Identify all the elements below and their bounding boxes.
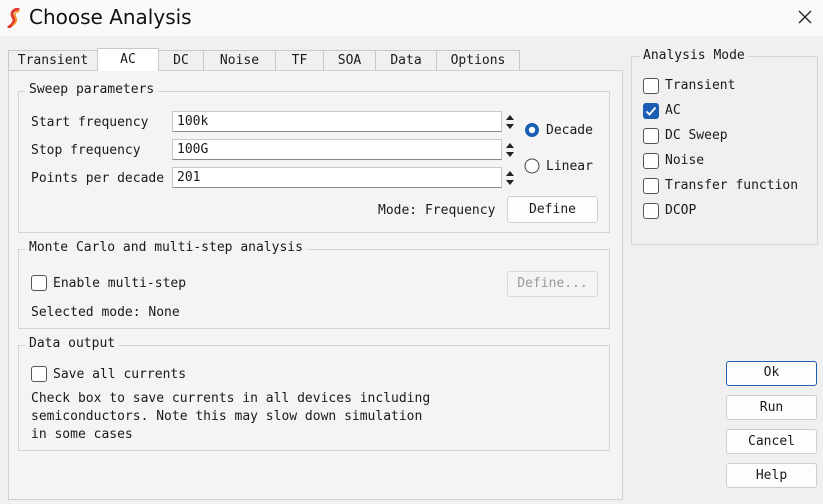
- analysis-tabs: Transient AC DC Noise TF SOA Data Option…: [8, 48, 520, 71]
- start-frequency-input[interactable]: 100k: [172, 111, 502, 132]
- stop-frequency-input[interactable]: 100G: [172, 139, 502, 160]
- decade-label: Decade: [546, 123, 593, 138]
- mode-noise-checkbox[interactable]: [643, 153, 659, 169]
- simetrix-logo-icon: [7, 8, 20, 28]
- start-frequency-spinner[interactable]: [505, 112, 515, 132]
- data-output-help-line-2: semiconductors. Note this may slow down …: [31, 409, 423, 424]
- title-bar: Choose Analysis: [0, 0, 823, 36]
- points-per-decade-spinner[interactable]: [505, 168, 515, 188]
- help-button[interactable]: Help: [726, 463, 817, 488]
- points-per-decade-label: Points per decade: [31, 171, 165, 186]
- ac-tab-panel: Sweep parameters Start frequency 100k St…: [8, 70, 623, 500]
- data-output-title: Data output: [25, 336, 120, 351]
- points-per-decade-input[interactable]: 201: [172, 167, 502, 188]
- enable-multi-step-label: Enable multi-step: [53, 276, 187, 291]
- monte-carlo-title: Monte Carlo and multi-step analysis: [25, 240, 307, 255]
- mode-transfer-function-checkbox[interactable]: [643, 178, 659, 194]
- save-all-currents-checkbox[interactable]: [31, 366, 47, 382]
- tab-ac[interactable]: AC: [97, 48, 159, 71]
- tab-noise[interactable]: Noise: [203, 50, 276, 71]
- sweep-parameters-title: Sweep parameters: [25, 82, 159, 97]
- mode-noise-label: Noise: [665, 153, 705, 168]
- sweep-define-button[interactable]: Define: [507, 196, 598, 223]
- window-title: Choose Analysis: [29, 5, 192, 29]
- mode-dcop-label: DCOP: [665, 203, 697, 218]
- mode-dc-sweep-label: DC Sweep: [665, 128, 728, 143]
- multi-step-define-button[interactable]: Define...: [507, 271, 598, 297]
- tab-dc[interactable]: DC: [158, 50, 204, 71]
- data-output-group: Data output Save all currents Check box …: [18, 336, 610, 451]
- mode-ac-label: AC: [665, 103, 681, 118]
- linear-label: Linear: [546, 159, 593, 174]
- stop-frequency-spinner[interactable]: [505, 140, 515, 160]
- mode-transient-checkbox[interactable]: [643, 78, 659, 94]
- start-frequency-label: Start frequency: [31, 115, 149, 130]
- tab-data[interactable]: Data: [375, 50, 437, 71]
- tab-transient[interactable]: Transient: [8, 50, 98, 71]
- analysis-mode-panel: Analysis Mode Transient AC DC Sweep Nois…: [631, 48, 818, 245]
- ok-button[interactable]: Ok: [726, 361, 817, 386]
- linear-radio[interactable]: [524, 158, 540, 174]
- data-output-help-line-1: Check box to save currents in all device…: [31, 391, 431, 406]
- enable-multi-step-checkbox[interactable]: [31, 275, 47, 291]
- mode-transient-label: Transient: [665, 78, 736, 93]
- analysis-mode-title: Analysis Mode: [640, 48, 748, 63]
- mode-ac-checkbox[interactable]: [643, 103, 659, 119]
- mode-dcop-checkbox[interactable]: [643, 203, 659, 219]
- close-icon[interactable]: [796, 8, 814, 26]
- run-button[interactable]: Run: [726, 395, 817, 420]
- monte-carlo-group: Monte Carlo and multi-step analysis Enab…: [18, 240, 610, 329]
- mode-transfer-function-label: Transfer function: [665, 178, 799, 193]
- decade-radio[interactable]: [524, 122, 540, 138]
- data-output-help-line-3: in some cases: [31, 427, 133, 442]
- stop-frequency-label: Stop frequency: [31, 143, 141, 158]
- mode-dc-sweep-checkbox[interactable]: [643, 128, 659, 144]
- tab-options[interactable]: Options: [436, 50, 520, 71]
- selected-mode-text: Selected mode: None: [31, 305, 180, 320]
- tab-tf[interactable]: TF: [275, 50, 324, 71]
- sweep-parameters-group: Sweep parameters Start frequency 100k St…: [18, 82, 610, 233]
- save-all-currents-label: Save all currents: [53, 367, 187, 382]
- mode-frequency-text: Mode: Frequency: [378, 203, 496, 218]
- tab-soa[interactable]: SOA: [323, 50, 376, 71]
- cancel-button[interactable]: Cancel: [726, 429, 817, 454]
